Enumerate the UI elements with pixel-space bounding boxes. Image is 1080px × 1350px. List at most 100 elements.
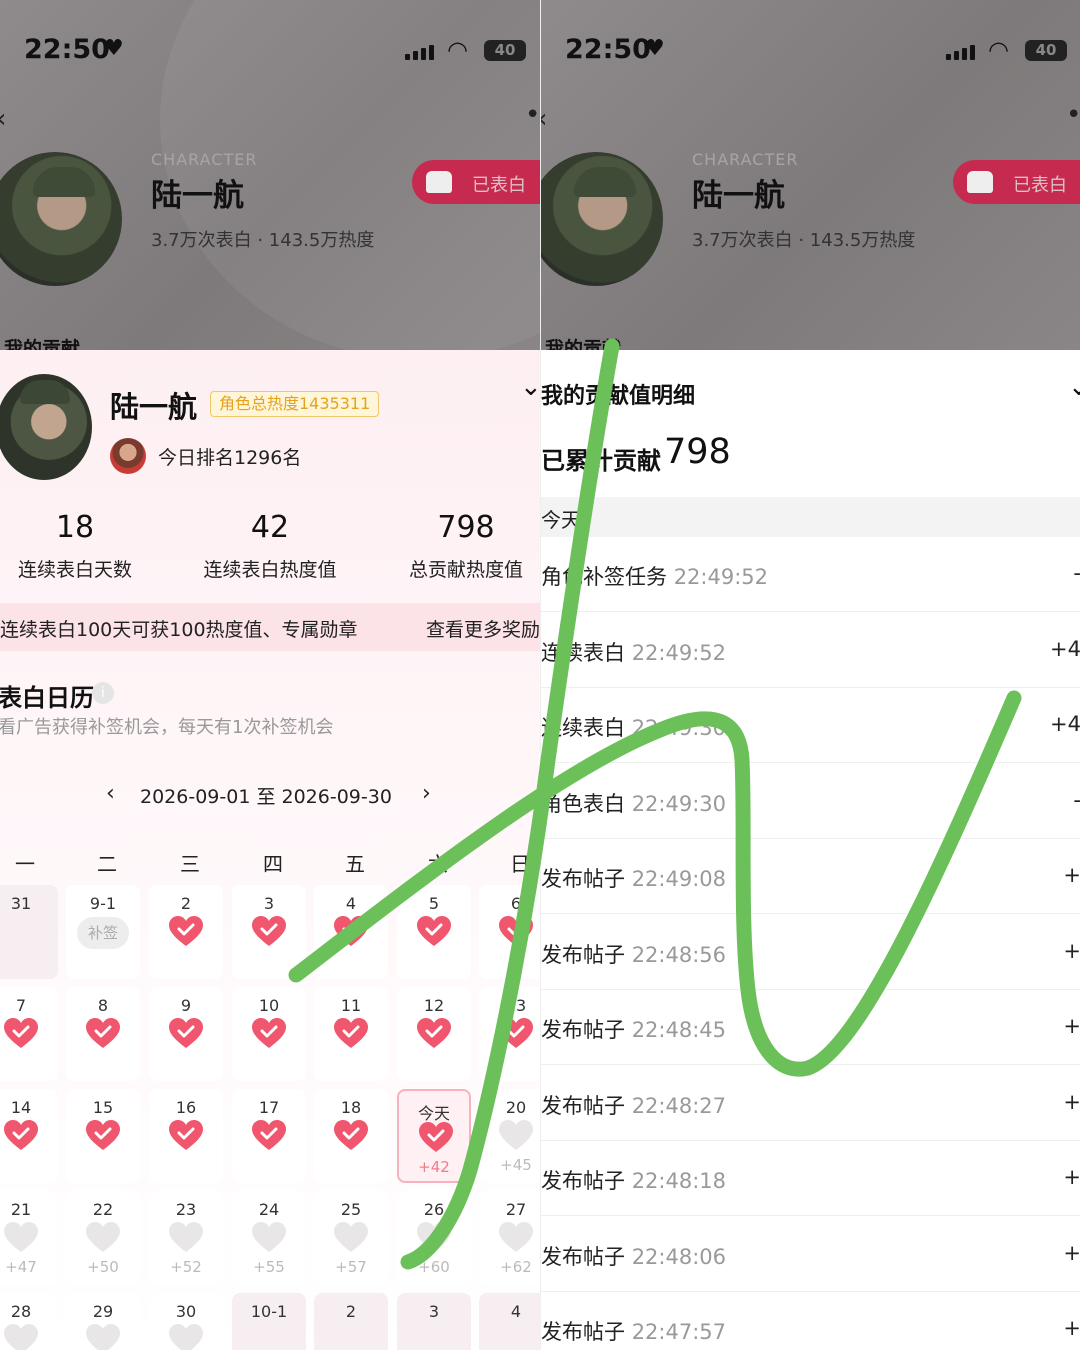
contribution-row: 发布帖子 22:48:27 + bbox=[541, 1066, 1080, 1141]
calendar-day[interactable]: 2 bbox=[149, 885, 223, 979]
day-number: 28 bbox=[10, 1302, 32, 1321]
calendar-day[interactable]: 29 bbox=[66, 1293, 140, 1350]
calendar-day[interactable]: 10-1 bbox=[232, 1293, 306, 1350]
contribution-row: 连续表白 22:49:52 +4 bbox=[541, 613, 1080, 688]
calendar-day[interactable]: 4 bbox=[479, 1293, 540, 1350]
calendar-day[interactable]: 9-1 补签 bbox=[66, 885, 140, 979]
row-value: + bbox=[1063, 938, 1080, 963]
calendar-day[interactable]: 7 bbox=[0, 987, 58, 1081]
detail-title: 我的贡献值明细 bbox=[541, 384, 696, 409]
calendar-day[interactable]: 27 +62 bbox=[479, 1191, 540, 1285]
confessed-button[interactable]: 已表白 bbox=[953, 160, 1080, 204]
calendar-day[interactable]: 6 bbox=[479, 885, 540, 979]
heart-checked-icon bbox=[333, 1017, 369, 1051]
right-screenshot: 22:50 ♥ ◠ 40 ‹ •( CHARACTER 陆一航 3.7万次表白 … bbox=[540, 0, 1080, 1350]
row-value: + bbox=[1063, 1240, 1080, 1265]
back-chevron-icon[interactable]: ‹ bbox=[541, 104, 547, 134]
character-stats: 3.7万次表白 · 143.5万热度 bbox=[151, 230, 375, 251]
calendar-day[interactable]: 15 bbox=[66, 1089, 140, 1183]
calendar-day[interactable]: 24 +55 bbox=[232, 1191, 306, 1285]
calendar-day[interactable]: 25 +57 bbox=[314, 1191, 388, 1285]
status-time: 22:50 bbox=[24, 34, 110, 65]
next-month-icon[interactable]: › bbox=[422, 781, 431, 806]
day-number: 15 bbox=[92, 1098, 114, 1117]
day-number: 7 bbox=[15, 996, 27, 1015]
month-range: 2026-09-01 至 2026-09-30 bbox=[140, 786, 392, 808]
calendar-day[interactable]: 10 bbox=[232, 987, 306, 1081]
stat-value: 18 bbox=[55, 510, 95, 545]
back-chevron-icon[interactable]: ‹ bbox=[0, 104, 6, 134]
calendar-day[interactable]: 23 +52 bbox=[149, 1191, 223, 1285]
day-number: 4 bbox=[345, 894, 357, 913]
makeup-sign-button[interactable]: 补签 bbox=[77, 917, 129, 949]
calendar-day[interactable]: 14 bbox=[0, 1089, 58, 1183]
row-time: 22:48:18 bbox=[631, 1169, 727, 1193]
info-icon[interactable]: i bbox=[92, 682, 114, 704]
stat-streak-days: 18 连续表白天数 bbox=[0, 510, 170, 582]
day-number: 24 bbox=[258, 1200, 280, 1219]
more-rewards-link[interactable]: 查看更多奖励 bbox=[426, 615, 540, 642]
more-icon[interactable]: •( bbox=[525, 100, 540, 130]
character-label: CHARACTER bbox=[151, 150, 258, 169]
calendar-day[interactable]: 11 bbox=[314, 987, 388, 1081]
calendar-day-today[interactable]: 今天 +42 bbox=[397, 1089, 471, 1183]
heart-checked-icon bbox=[85, 1119, 121, 1153]
contribution-row: 角色表白 22:49:30 - bbox=[541, 764, 1080, 839]
stat-label: 连续表白热度值 bbox=[203, 559, 337, 581]
confessed-button[interactable]: 已表白 bbox=[412, 160, 540, 204]
row-name: 角色补签任务 bbox=[541, 565, 667, 589]
calendar-day[interactable]: 5 bbox=[397, 885, 471, 979]
wifi-icon: ◠ bbox=[447, 36, 468, 64]
row-name: 角色表白 bbox=[541, 791, 625, 816]
calendar-day[interactable]: 16 bbox=[149, 1089, 223, 1183]
heart-checked-icon bbox=[251, 1017, 287, 1051]
character-name: 陆一航 bbox=[151, 178, 244, 214]
heart-checked-icon bbox=[168, 1119, 204, 1153]
calendar-day[interactable]: 28 bbox=[0, 1293, 58, 1350]
calendar-day[interactable]: 2 bbox=[314, 1293, 388, 1350]
calendar-day[interactable]: 30 bbox=[149, 1293, 223, 1350]
row-time: 22:48:56 bbox=[631, 942, 727, 967]
day-heat-value: +57 bbox=[335, 1258, 367, 1276]
collapse-chevron-icon[interactable]: ⌄ bbox=[520, 372, 540, 402]
row-time: 22:47:57 bbox=[631, 1320, 727, 1344]
calendar-day[interactable]: 26 +60 bbox=[397, 1191, 471, 1285]
heart-empty-icon bbox=[168, 1221, 204, 1255]
calendar-day[interactable]: 22 +50 bbox=[66, 1191, 140, 1285]
heart-status-icon: ♥ bbox=[645, 36, 665, 61]
contribution-row: 发布帖子 22:48:18 + bbox=[541, 1141, 1080, 1216]
calendar-day[interactable]: 4 bbox=[314, 885, 388, 979]
calendar-day[interactable]: 21 +47 bbox=[0, 1191, 58, 1285]
row-value: - bbox=[1073, 561, 1080, 585]
today-rank: 今日排名1296名 bbox=[158, 447, 302, 469]
row-title: 发布帖子 22:48:18 bbox=[541, 1165, 726, 1195]
calendar-day[interactable]: 9 bbox=[149, 987, 223, 1081]
calendar-day[interactable]: 8 bbox=[66, 987, 140, 1081]
calendar-day[interactable]: 12 bbox=[397, 987, 471, 1081]
heart-checked-icon bbox=[333, 1119, 369, 1153]
row-value: + bbox=[1063, 863, 1080, 887]
heart-empty-icon bbox=[333, 1221, 369, 1255]
row-name: 连续表白 bbox=[541, 640, 625, 665]
calendar-day[interactable]: 3 bbox=[232, 885, 306, 979]
day-number: 21 bbox=[10, 1200, 32, 1219]
calendar-day[interactable]: 31 bbox=[0, 885, 58, 979]
prev-month-icon[interactable]: ‹ bbox=[106, 781, 115, 806]
calendar-day[interactable]: 17 bbox=[232, 1089, 306, 1183]
calendar-day[interactable]: 18 bbox=[314, 1089, 388, 1183]
gift-icon bbox=[426, 171, 452, 193]
calendar-day[interactable]: 3 bbox=[397, 1293, 471, 1350]
stat-value: 42 bbox=[250, 510, 290, 545]
day-number: 25 bbox=[340, 1200, 362, 1219]
calendar-day[interactable]: 13 bbox=[479, 987, 540, 1081]
row-value: +4 bbox=[1050, 636, 1080, 661]
calendar-day[interactable]: 20 +45 bbox=[479, 1089, 540, 1183]
row-time: 22:49:52 bbox=[673, 565, 769, 589]
heart-checked-icon bbox=[418, 1121, 454, 1155]
day-number: 30 bbox=[175, 1302, 197, 1321]
more-icon[interactable]: •( bbox=[1066, 100, 1080, 130]
row-title: 发布帖子 22:48:06 bbox=[541, 1241, 726, 1271]
weekday-label: 二 bbox=[97, 852, 117, 876]
contribution-row: 连续表白 22:49:30 +4 bbox=[541, 688, 1080, 763]
close-chevron-icon[interactable]: ⌄ bbox=[1068, 372, 1080, 402]
